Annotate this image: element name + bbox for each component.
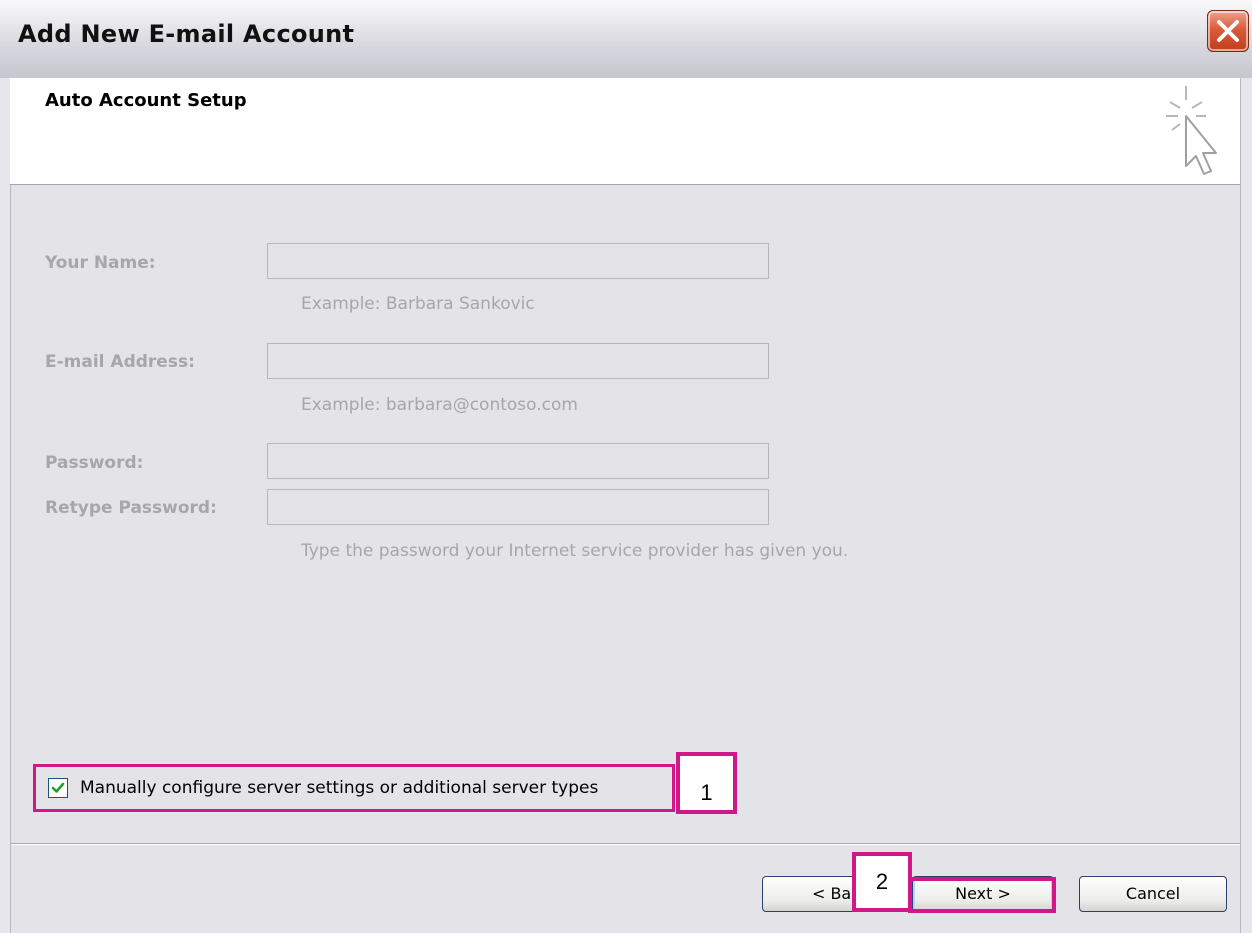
your-name-hint: Example: Barbara Sankovic	[301, 294, 535, 314]
page-title: Auto Account Setup	[45, 90, 247, 111]
close-button[interactable]	[1207, 10, 1249, 52]
window-frame-left	[0, 78, 11, 933]
wizard-header: Auto Account Setup	[10, 78, 1240, 185]
password-label: Password:	[45, 453, 144, 473]
manual-config-label[interactable]: Manually configure server settings or ad…	[80, 778, 598, 798]
annotation-badge-1: 1	[676, 752, 737, 814]
retype-password-field[interactable]	[267, 489, 769, 525]
retype-password-label: Retype Password:	[45, 498, 217, 518]
password-hint: Type the password your Internet service …	[301, 541, 849, 561]
wizard-cursor-icon	[1166, 86, 1217, 175]
manual-config-highlight: Manually configure server settings or ad…	[33, 764, 675, 812]
email-hint: Example: barbara@contoso.com	[301, 395, 578, 415]
window-frame-right	[1240, 78, 1252, 933]
footer-separator	[11, 843, 1240, 845]
your-name-field[interactable]	[267, 243, 769, 279]
password-field[interactable]	[267, 443, 769, 479]
manual-config-checkbox[interactable]	[48, 778, 68, 798]
checkmark-icon	[51, 782, 65, 793]
email-label: E-mail Address:	[45, 352, 195, 372]
email-field[interactable]	[267, 343, 769, 379]
next-button-highlight	[908, 877, 1056, 913]
window-title: Add New E-mail Account	[18, 20, 355, 48]
close-icon	[1217, 20, 1239, 42]
your-name-label: Your Name:	[45, 253, 156, 273]
title-bar[interactable]: Add New E-mail Account	[0, 0, 1252, 79]
cancel-button[interactable]: Cancel	[1079, 876, 1227, 912]
add-email-account-dialog: Add New E-mail Account Auto Account Setu…	[0, 0, 1252, 933]
annotation-badge-2: 2	[852, 852, 912, 912]
